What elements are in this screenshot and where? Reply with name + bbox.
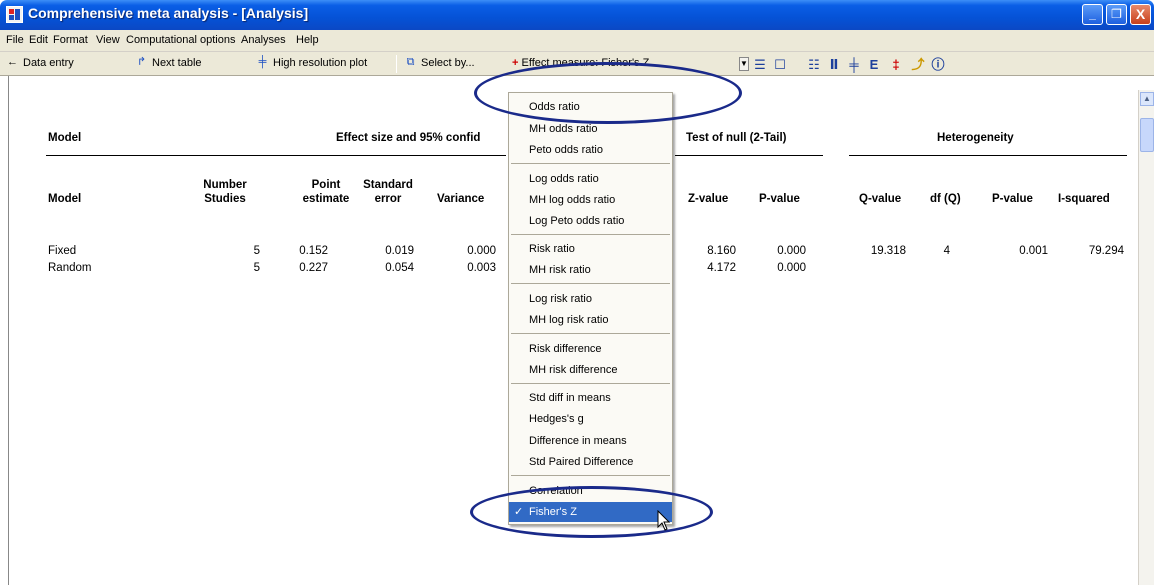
annotation-ellipse-bottom — [470, 486, 713, 538]
row-random-p: 0.000 — [777, 262, 806, 274]
row-fixed-p: 0.000 — [777, 245, 806, 257]
menu-option-peto-odds-ratio[interactable]: Peto odds ratio — [509, 140, 672, 160]
info-icon[interactable]: ⓘ — [930, 57, 946, 73]
plot-icon[interactable]: ╪ — [846, 57, 862, 73]
menu-help[interactable]: Help — [296, 34, 319, 46]
menu-edit[interactable]: Edit — [29, 34, 48, 46]
menu-option-log-risk-ratio[interactable]: Log risk ratio — [509, 289, 672, 309]
group-header-test-null: Test of null (2-Tail) — [686, 132, 787, 144]
column-header-q-value: Q-value — [859, 193, 902, 205]
row-fixed-df: 4 — [943, 245, 950, 257]
chevron-down-icon[interactable]: ▼ — [739, 57, 749, 71]
group-header-effect-size: Effect size and 95% confid — [336, 132, 481, 144]
menu-option-risk-ratio[interactable]: Risk ratio — [509, 239, 672, 259]
menu-option-std-diff-in-means[interactable]: Std diff in means — [509, 388, 672, 408]
list-view-icon[interactable]: ☰ — [752, 57, 768, 73]
row-random-se: 0.054 — [385, 262, 414, 274]
forest-plot-icon: ╪ — [258, 56, 267, 68]
row-random-z: 4.172 — [707, 262, 736, 274]
menu-analyses[interactable]: Analyses — [241, 34, 286, 46]
menu-option-hedges-g[interactable]: Hedges's g — [509, 409, 672, 429]
high-resolution-plot-button[interactable]: ╪ High resolution plot — [256, 56, 368, 69]
column-header-variance: Variance — [437, 193, 485, 205]
mouse-cursor-icon — [657, 510, 671, 531]
row-fixed-studies: 5 — [253, 245, 260, 257]
menu-format[interactable]: Format — [53, 34, 88, 46]
next-table-button[interactable]: ↱ Next table — [135, 56, 202, 69]
menu-view[interactable]: View — [96, 34, 120, 46]
group-header-heterogeneity: Heterogeneity — [937, 132, 1014, 144]
menu-option-std-paired-difference[interactable]: Std Paired Difference — [509, 452, 672, 472]
row-fixed-z: 8.160 — [707, 245, 736, 257]
layout-icon[interactable]: Ε — [866, 57, 882, 73]
row-fixed-se: 0.019 — [385, 245, 414, 257]
next-table-icon: ↱ — [136, 56, 147, 68]
menu-option-mh-log-odds-ratio[interactable]: MH log odds ratio — [509, 190, 672, 210]
columns-icon[interactable]: ☷ — [806, 57, 822, 73]
row-random-model: Random — [48, 262, 92, 274]
menu-computational-options[interactable]: Computational options — [126, 34, 235, 46]
vertical-scrollbar[interactable]: ▲ — [1138, 90, 1154, 585]
row-random-studies: 5 — [253, 262, 260, 274]
menu-option-difference-in-means[interactable]: Difference in means — [509, 431, 672, 451]
menu-option-risk-difference[interactable]: Risk difference — [509, 339, 672, 359]
column-header-standard-error: Standard error — [363, 179, 413, 205]
blank-page-icon[interactable]: ☐ — [772, 57, 788, 73]
arrow-left-icon: ← — [7, 56, 18, 68]
column-header-number-studies: Number Studies — [203, 179, 247, 205]
column-header-model: Model — [48, 193, 82, 205]
row-random-point: 0.227 — [299, 262, 328, 274]
row-random-variance: 0.003 — [467, 262, 496, 274]
effect-measure-icon: + — [512, 57, 519, 69]
menu-bar: File Edit Format View Computational opti… — [0, 30, 1154, 52]
help-pointer-icon[interactable]: ⤴ — [910, 57, 926, 73]
header-rule — [849, 155, 1127, 156]
row-fixed-q: 19.318 — [870, 245, 906, 257]
column-header-z-value: Z-value — [688, 193, 729, 205]
header-rule — [46, 155, 506, 156]
select-by-button[interactable]: ⧉ Select by... — [404, 56, 475, 69]
row-fixed-het-p: 0.001 — [1019, 245, 1048, 257]
format-columns-icon[interactable]: Ⅱ — [826, 57, 842, 73]
annotation-ellipse-top — [474, 62, 742, 124]
menu-option-log-peto-odds-ratio[interactable]: Log Peto odds ratio — [509, 211, 672, 231]
row-fixed-model: Fixed — [48, 245, 77, 257]
column-header-i-squared: I-squared — [1058, 193, 1110, 205]
column-header-heterogeneity-p-value: P-value — [992, 193, 1033, 205]
close-button[interactable]: X — [1130, 4, 1151, 25]
row-fixed-variance: 0.000 — [467, 245, 496, 257]
menu-option-mh-risk-ratio[interactable]: MH risk ratio — [509, 260, 672, 280]
menu-option-mh-risk-difference[interactable]: MH risk difference — [509, 360, 672, 380]
menu-option-log-odds-ratio[interactable]: Log odds ratio — [509, 169, 672, 189]
effect-measure-menu: Odds ratio MH odds ratio Peto odds ratio… — [508, 92, 673, 525]
title-bar: Comprehensive meta analysis - [Analysis]… — [0, 0, 1154, 30]
row-fixed-i-squared: 79.294 — [1088, 245, 1124, 257]
scroll-up-icon[interactable]: ▲ — [1140, 92, 1154, 106]
maximize-button[interactable]: ❐ — [1106, 4, 1127, 25]
window-title: Comprehensive meta analysis - [Analysis] — [28, 5, 309, 21]
app-icon[interactable] — [6, 6, 23, 23]
menu-file[interactable]: File — [6, 34, 24, 46]
column-header-point-estimate: Point estimate — [302, 179, 350, 205]
minimize-button[interactable]: _ — [1082, 4, 1103, 25]
menu-option-mh-log-risk-ratio[interactable]: MH log risk ratio — [509, 310, 672, 330]
select-by-icon: ⧉ — [406, 56, 415, 68]
red-plot-icon[interactable]: ‡ — [888, 57, 904, 73]
column-header-df-q: df (Q) — [930, 193, 961, 205]
scroll-thumb[interactable] — [1140, 118, 1154, 152]
row-fixed-point: 0.152 — [299, 245, 328, 257]
header-rule — [675, 155, 823, 156]
data-entry-button[interactable]: ← Data entry — [6, 56, 74, 69]
group-header-model: Model — [48, 132, 82, 144]
column-header-p-value: P-value — [759, 193, 800, 205]
